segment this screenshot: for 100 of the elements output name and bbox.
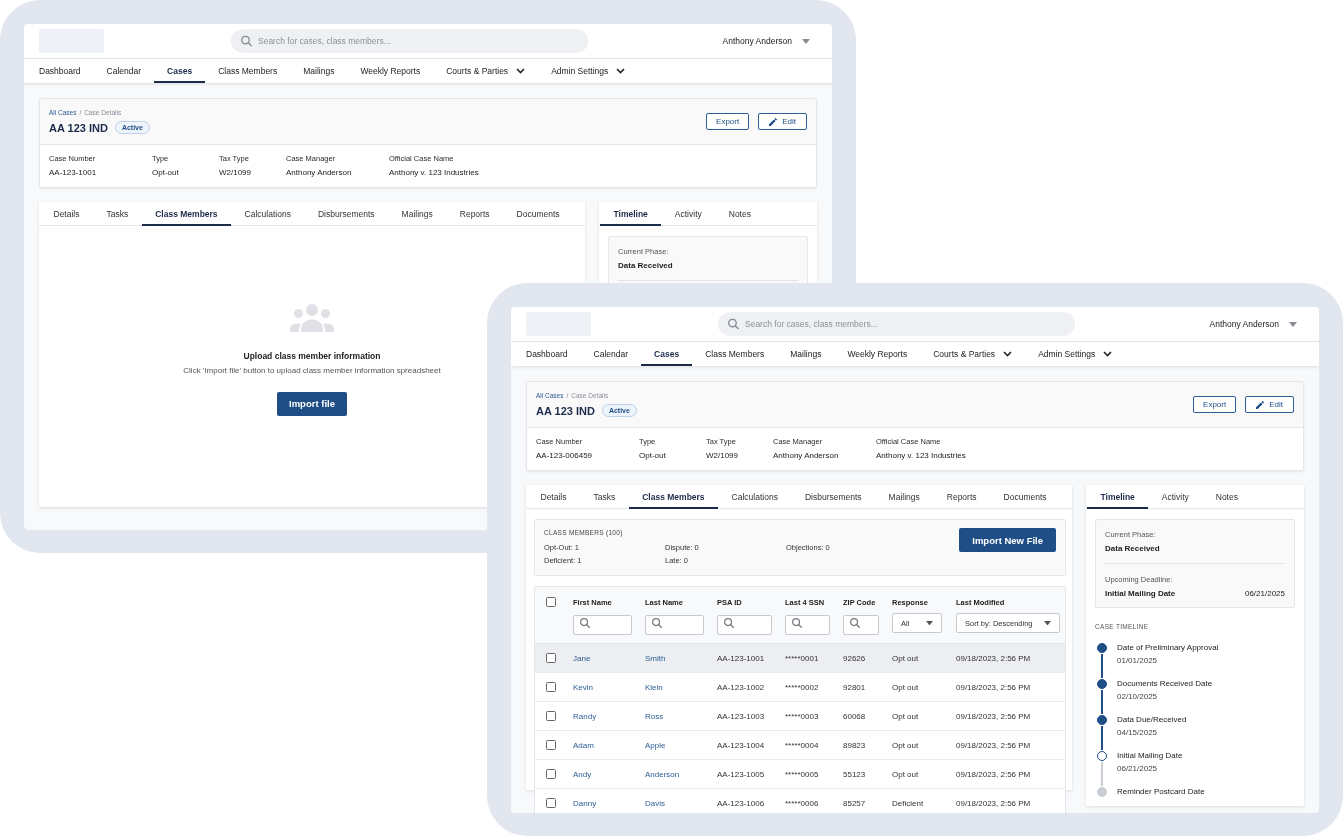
content-tab[interactable]: Details [527,485,580,509]
timeline-title: Initial Mailing Date [1117,750,1183,761]
import-file-button[interactable]: Import file [277,391,347,416]
table-cell: 09/18/2023, 2:56 PM [956,740,1031,750]
checkbox[interactable] [546,740,556,750]
name-link[interactable]: Jane [573,653,591,663]
case-title: AA 123 IND [536,404,595,417]
search-field[interactable]: Search for cases, class members... [231,29,588,53]
name-link[interactable]: Adam [573,740,594,750]
nav-item[interactable]: Calendar [93,59,155,83]
edit-button[interactable]: Edit [1245,396,1294,413]
field-value: AA-123-1001 [49,168,97,178]
search-filter-field[interactable] [573,614,632,635]
checkbox[interactable] [546,711,556,721]
table-cell: 09/18/2023, 2:56 PM [956,653,1031,663]
nav-item[interactable]: Admin Settings [1025,342,1126,366]
panel-tab[interactable]: Timeline [1087,485,1149,509]
caret-down-icon [1044,620,1051,626]
nav-item[interactable]: Courts & Parties [920,342,1026,366]
content-tab[interactable]: Disbursements [791,485,876,509]
content-tab[interactable]: Calculations [718,485,792,509]
name-link[interactable]: Randy [573,711,597,721]
checkbox[interactable] [546,798,556,808]
content-tab[interactable]: Tasks [93,202,142,226]
search-icon [652,618,662,628]
field-value: AA-123-006459 [536,451,593,461]
name-link[interactable]: Smith [645,653,666,663]
name-link[interactable]: Andy [573,769,592,779]
field-value: W2/1099 [219,168,252,178]
panel-tab[interactable]: Activity [661,202,716,226]
name-link[interactable]: Apple [645,740,666,750]
search-icon [850,618,860,628]
content-tab[interactable]: Calculations [231,202,305,226]
table-cell: AA-123-1006 [717,798,765,808]
nav-item[interactable]: Mailings [777,342,835,366]
search-icon [792,618,802,628]
nav-item[interactable]: Class Members [205,59,291,83]
content-tab[interactable]: Reports [933,485,991,509]
export-button[interactable]: Export [1193,396,1237,413]
content-tab[interactable]: Class Members [628,485,719,509]
nav-item[interactable]: Class Members [692,342,778,366]
table-cell: 09/18/2023, 2:56 PM [956,769,1031,779]
nav-item[interactable]: Dashboard [513,342,581,366]
field-value: W2/1099 [706,451,739,461]
panel-tab[interactable]: Notes [715,202,765,226]
search-filter-field[interactable] [785,614,830,635]
content-tab[interactable]: Tasks [580,485,629,509]
field-value: Anthony Anderson [286,168,352,178]
content-tab[interactable]: Mailings [388,202,447,226]
content-tab[interactable]: Mailings [875,485,934,509]
search-field[interactable]: Search for cases, class members... [718,312,1075,336]
nav-item[interactable]: Mailings [290,59,348,83]
table-cell: AA-123-1004 [717,740,765,750]
table-cell: *****0003 [785,711,819,721]
name-link[interactable]: Klein [645,682,663,692]
table-row[interactable]: Jane Smith AA-123-1001 *****0001 92626 Opt out 09/18/2023, 2:56 PM [535,644,1065,673]
search-filter-field[interactable] [843,614,879,635]
checkbox[interactable] [546,653,556,663]
name-link[interactable]: Anderson [645,769,680,779]
content-tab[interactable]: Class Members [141,202,232,226]
panel-tab[interactable]: Timeline [600,202,662,226]
table-cell: Opt out [892,711,919,721]
panel-tab[interactable]: Notes [1202,485,1252,509]
name-link[interactable]: Ross [645,711,664,721]
checkbox[interactable] [546,769,556,779]
caret-down-icon [1289,321,1297,327]
edit-button[interactable]: Edit [758,113,807,130]
nav-item[interactable]: Weekly Reports [347,59,434,83]
table-cell: *****0006 [785,798,819,808]
content-tab[interactable]: Documents [503,202,574,226]
deadline-date: 06/21/2025 [1244,588,1285,599]
search-icon [241,35,252,47]
nav-item[interactable]: Dashboard [26,59,94,83]
content-tab[interactable]: Disbursements [304,202,389,226]
content-tab[interactable]: Reports [446,202,504,226]
user-menu-button[interactable]: Anthony Anderson [722,36,810,46]
table-cell: 09/18/2023, 2:56 PM [956,682,1031,692]
search-filter-field[interactable] [717,614,772,635]
nav-item[interactable]: Weekly Reports [834,342,921,366]
name-link[interactable]: Danny [573,798,597,808]
content-tab[interactable]: Details [40,202,93,226]
nav-item[interactable]: Admin Settings [538,59,639,83]
nav-item[interactable]: Cases [641,342,693,366]
user-menu-button[interactable]: Anthony Anderson [1209,319,1297,329]
nav-item[interactable]: Calendar [580,342,642,366]
checkbox[interactable] [546,682,556,692]
search-filter-field[interactable] [645,614,704,635]
timeline-title: Reminder Postcard Date [1117,786,1205,797]
name-link[interactable]: Kevin [573,682,593,692]
nav-item[interactable]: Courts & Parties [433,59,539,83]
panel-tab[interactable]: Activity [1148,485,1203,509]
name-link[interactable]: Davis [645,798,665,808]
table-cell: Opt out [892,653,919,663]
content-tab[interactable]: Documents [990,485,1061,509]
pencil-icon [769,117,778,126]
export-button[interactable]: Export [706,113,750,130]
timeline-title: Data Due/Received [1117,714,1187,725]
checkbox[interactable] [546,597,556,607]
nav-item[interactable]: Cases [154,59,206,83]
import-new-file-button[interactable]: Import New File [959,528,1056,552]
